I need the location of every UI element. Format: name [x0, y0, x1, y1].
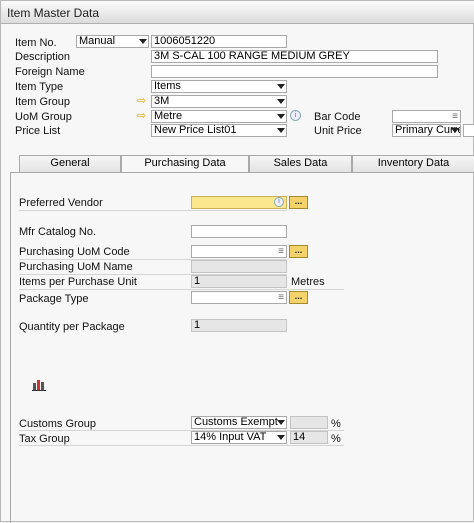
item-master-window: Item Master Data Item No. Manual 1006051… — [0, 0, 474, 523]
info-icon[interactable]: i — [274, 197, 284, 207]
customs-group-label: Customs Group — [19, 418, 97, 430]
preferred-vendor-label: Preferred Vendor — [19, 197, 103, 209]
chevron-down-icon — [277, 128, 285, 133]
description-field[interactable]: 3M S-CAL 100 RANGE MEDIUM GREY — [151, 50, 438, 63]
item-type-select[interactable]: Items — [151, 80, 287, 93]
uom-group-label: UoM Group — [15, 111, 72, 123]
bar-code-label: Bar Code — [314, 111, 361, 123]
item-no-series-select[interactable]: Manual — [76, 35, 149, 48]
item-no-field[interactable]: 1006051220 — [151, 35, 287, 48]
chevron-down-icon — [277, 114, 285, 119]
foreign-name-label: Foreign Name — [15, 66, 85, 78]
package-type-label: Package Type — [19, 293, 89, 305]
tax-percent-sign: % — [331, 433, 341, 445]
divider — [19, 445, 344, 446]
unit-price-label: Unit Price — [314, 125, 362, 137]
unit-price-currency-select[interactable]: Primary Curre — [392, 124, 461, 137]
tab-sales-data[interactable]: Sales Data — [249, 155, 352, 172]
divider — [19, 289, 344, 290]
chevron-down-icon — [277, 420, 285, 425]
list-icon[interactable]: ≡ — [278, 246, 284, 257]
list-icon[interactable]: ≡ — [452, 111, 458, 122]
items-per-purchase-unit-uom: Metres — [291, 276, 325, 288]
uom-group-select[interactable]: Metre — [151, 110, 287, 123]
tax-rate-field: 14 — [290, 431, 328, 444]
tab-strip: General Purchasing Data Sales Data Inven… — [19, 155, 474, 173]
mfr-catalog-no-label: Mfr Catalog No. — [19, 226, 97, 238]
chevron-down-icon — [277, 84, 285, 89]
chevron-down-icon — [451, 128, 459, 133]
package-type-browse-button[interactable]: ... — [289, 291, 308, 304]
purchasing-uom-code-field[interactable]: ≡ — [191, 245, 287, 258]
preferred-vendor-browse-button[interactable]: ... — [289, 196, 308, 209]
tax-group-select[interactable]: 14% Input VAT — [191, 431, 287, 444]
link-arrow-icon[interactable]: ⇨ — [137, 109, 146, 122]
purchasing-uom-browse-button[interactable]: ... — [289, 245, 308, 258]
customs-percent-sign: % — [331, 418, 341, 430]
chevron-down-icon — [277, 435, 285, 440]
list-icon[interactable]: ≡ — [278, 292, 284, 303]
title-bar: Item Master Data — [1, 1, 474, 24]
quantity-per-package-field[interactable]: 1 — [191, 319, 287, 332]
mfr-catalog-no-field[interactable] — [191, 225, 287, 238]
info-icon[interactable]: i — [290, 110, 301, 121]
tab-purchasing-data[interactable]: Purchasing Data — [121, 155, 249, 173]
item-no-label: Item No. — [15, 37, 57, 49]
description-label: Description — [15, 51, 71, 63]
item-group-select[interactable]: 3M — [151, 95, 287, 108]
items-per-purchase-unit-field[interactable]: 1 — [191, 275, 287, 288]
package-type-field[interactable]: ≡ — [191, 291, 287, 304]
purchasing-uom-name-field — [191, 260, 287, 273]
tax-group-label: Tax Group — [19, 433, 70, 445]
bar-code-field[interactable]: ≡ — [392, 110, 461, 123]
price-list-select[interactable]: New Price List01 — [151, 124, 287, 137]
item-type-label: Item Type — [15, 81, 64, 93]
chevron-down-icon — [139, 39, 147, 44]
quantity-per-package-label: Quantity per Package — [19, 321, 125, 333]
chevron-down-icon — [277, 99, 285, 104]
purchasing-uom-name-label: Purchasing UoM Name — [19, 261, 133, 273]
preferred-vendor-field[interactable]: i — [191, 196, 287, 209]
window-title: Item Master Data — [7, 6, 100, 20]
tab-general[interactable]: General — [19, 155, 121, 172]
customs-rate-field — [290, 416, 328, 429]
link-arrow-icon[interactable]: ⇨ — [137, 94, 146, 107]
foreign-name-field[interactable] — [151, 65, 438, 78]
item-group-label: Item Group — [15, 96, 71, 108]
customs-group-select[interactable]: Customs Exempt — [191, 416, 287, 429]
price-list-label: Price List — [15, 125, 61, 137]
bar-chart-icon[interactable] — [32, 378, 46, 391]
purchasing-uom-code-label: Purchasing UoM Code — [19, 246, 130, 258]
divider — [19, 210, 287, 211]
items-per-purchase-unit-label: Items per Purchase Unit — [19, 276, 137, 288]
tab-inventory-data[interactable]: Inventory Data — [352, 155, 474, 172]
unit-price-field[interactable] — [463, 124, 474, 137]
